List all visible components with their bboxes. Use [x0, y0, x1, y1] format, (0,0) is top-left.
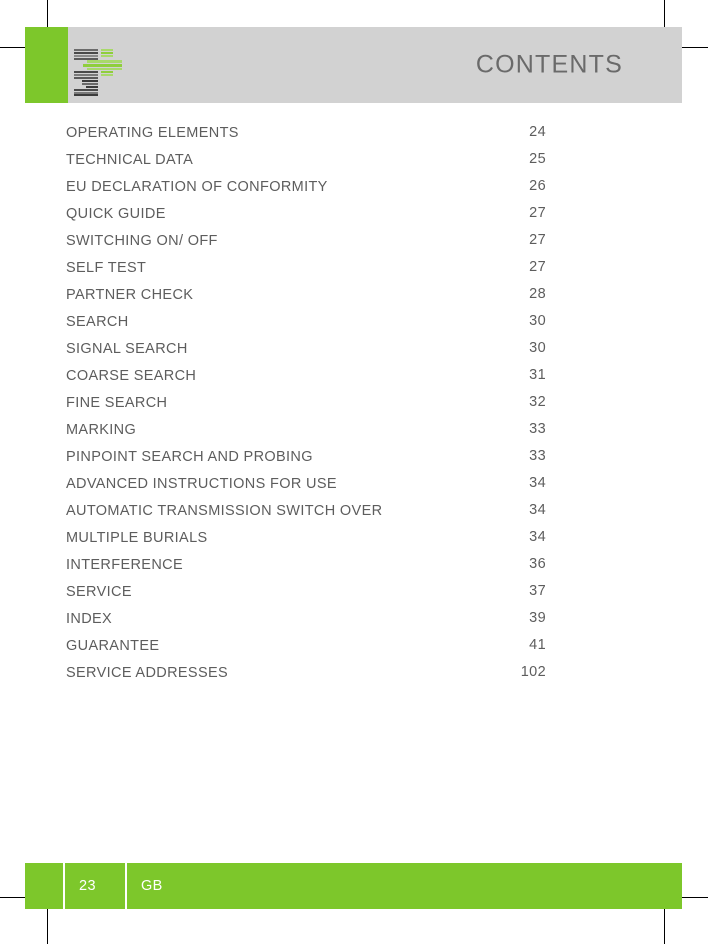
toc-entry-page-number: 25 [529, 151, 546, 167]
toc-entry-label: PARTNER CHECK [66, 287, 194, 303]
toc-entry-page-number: 27 [529, 232, 546, 248]
toc-entry-label: OPERATING ELEMENTS [66, 125, 239, 141]
toc-entry-label: PINPOINT SEARCH AND PROBING [66, 449, 313, 465]
toc-entry-page-number: 26 [529, 178, 546, 194]
toc-entry-label: MULTIPLE BURIALS [66, 530, 208, 546]
table-row[interactable]: TECHNICAL DATA 25 [66, 151, 546, 178]
toc-entry-page-number: 33 [529, 448, 546, 464]
table-row[interactable]: SWITCHING ON/ OFF 27 [66, 232, 546, 259]
table-row[interactable]: SEARCH 30 [66, 313, 546, 340]
table-row[interactable]: PARTNER CHECK 28 [66, 286, 546, 313]
toc-entry-page-number: 32 [529, 394, 546, 410]
table-row[interactable]: SELF TEST 27 [66, 259, 546, 286]
toc-entry-page-number: 41 [529, 637, 546, 653]
table-row[interactable]: INTERFERENCE 36 [66, 556, 546, 583]
toc-entry-page-number: 102 [520, 664, 546, 680]
page-header: CONTENTS [25, 27, 682, 103]
table-row[interactable]: EU DECLARATION OF CONFORMITY 26 [66, 178, 546, 205]
table-row[interactable]: MULTIPLE BURIALS 34 [66, 529, 546, 556]
toc-entry-label: SELF TEST [66, 260, 147, 276]
table-row[interactable]: PINPOINT SEARCH AND PROBING 33 [66, 448, 546, 475]
table-row[interactable]: SIGNAL SEARCH 30 [66, 340, 546, 367]
toc-entry-page-number: 30 [529, 340, 546, 356]
toc-entry-page-number: 28 [529, 286, 546, 302]
header-green-block [25, 27, 68, 103]
toc-entry-label: SEARCH [66, 314, 129, 330]
table-row[interactable]: SERVICE ADDRESSES 102 [66, 664, 546, 691]
table-row[interactable]: SERVICE 37 [66, 583, 546, 610]
toc-entry-page-number: 30 [529, 313, 546, 329]
toc-entry-label: SIGNAL SEARCH [66, 341, 188, 357]
toc-entry-label: EU DECLARATION OF CONFORMITY [66, 179, 328, 195]
footer-language-code: GB [141, 878, 163, 894]
toc-entry-label: INTERFERENCE [66, 557, 183, 573]
toc-entry-label: COARSE SEARCH [66, 368, 197, 384]
toc-entry-label: MARKING [66, 422, 137, 438]
toc-entry-page-number: 27 [529, 205, 546, 221]
toc-entry-label: ADVANCED INSTRUCTIONS FOR USE [66, 476, 337, 492]
stacked-bars-logo-icon [74, 49, 122, 96]
footer-page-number: 23 [79, 878, 96, 894]
toc-entry-label: FINE SEARCH [66, 395, 168, 411]
table-row[interactable]: FINE SEARCH 32 [66, 394, 546, 421]
document-page: CONTENTS OPERATING ELEMENTS 24 TECHNICAL D… [0, 0, 708, 944]
table-row[interactable]: AUTOMATIC TRANSMISSION SWITCH OVER 34 [66, 502, 546, 529]
toc-entry-page-number: 34 [529, 529, 546, 545]
toc-entry-page-number: 31 [529, 367, 546, 383]
table-row[interactable]: INDEX 39 [66, 610, 546, 637]
footer-divider-right [125, 863, 127, 909]
page-title: CONTENTS [475, 50, 623, 79]
toc-entry-page-number: 34 [529, 475, 546, 491]
toc-entry-page-number: 37 [529, 583, 546, 599]
toc-entry-label: GUARANTEE [66, 638, 160, 654]
footer-divider-left [63, 863, 65, 909]
table-row[interactable]: MARKING 33 [66, 421, 546, 448]
toc-entry-page-number: 33 [529, 421, 546, 437]
table-row[interactable]: ADVANCED INSTRUCTIONS FOR USE 34 [66, 475, 546, 502]
table-row[interactable]: COARSE SEARCH 31 [66, 367, 546, 394]
toc-entry-label: QUICK GUIDE [66, 206, 166, 222]
toc-entry-page-number: 39 [529, 610, 546, 626]
toc-entry-label: TECHNICAL DATA [66, 152, 194, 168]
page-footer: 23 GB [25, 863, 682, 909]
table-of-contents: OPERATING ELEMENTS 24 TECHNICAL DATA 25 EU D… [66, 124, 546, 691]
table-row[interactable]: GUARANTEE 41 [66, 637, 546, 664]
toc-entry-page-number: 27 [529, 259, 546, 275]
table-row[interactable]: QUICK GUIDE 27 [66, 205, 546, 232]
toc-entry-label: INDEX [66, 611, 113, 627]
toc-entry-page-number: 36 [529, 556, 546, 572]
table-row[interactable]: OPERATING ELEMENTS 24 [66, 124, 546, 151]
toc-entry-label: AUTOMATIC TRANSMISSION SWITCH OVER [66, 503, 383, 519]
toc-entry-label: SWITCHING ON/ OFF [66, 233, 218, 249]
toc-entry-page-number: 34 [529, 502, 546, 518]
toc-entry-label: SERVICE [66, 584, 132, 600]
toc-entry-page-number: 24 [529, 124, 546, 140]
toc-entry-label: SERVICE ADDRESSES [66, 665, 229, 681]
